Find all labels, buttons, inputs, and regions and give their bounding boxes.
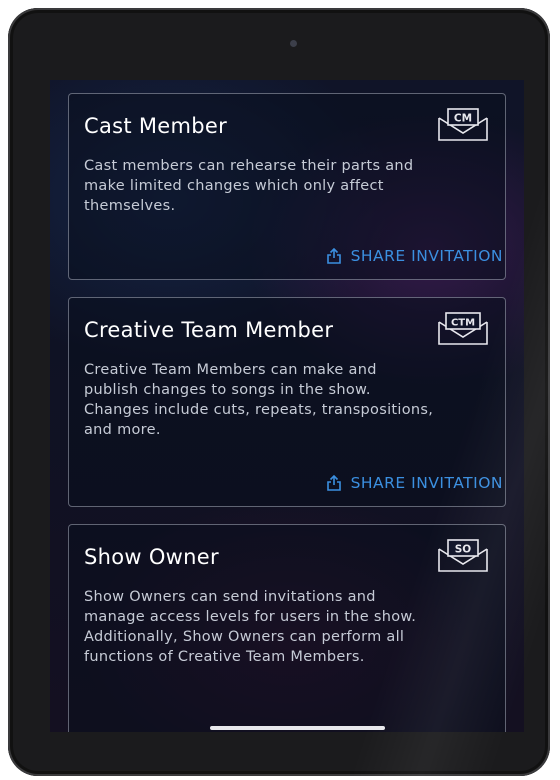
card-title: Cast Member (84, 114, 228, 138)
share-invitation-button[interactable]: SHARE INVITATION (326, 474, 503, 492)
front-camera (290, 40, 297, 47)
share-icon (326, 248, 341, 264)
tablet-frame: Cast Member CM Cast members can rehearse… (8, 8, 550, 776)
role-badge-text: SO (455, 544, 472, 556)
role-badge-text: CTM (451, 318, 475, 329)
share-icon (326, 475, 341, 491)
card-description: Cast members can rehearse their parts an… (84, 158, 414, 214)
app-screen: Cast Member CM Cast members can rehearse… (50, 80, 524, 732)
envelope-icon: SO (438, 539, 488, 572)
envelope-icon: CTM (438, 312, 488, 345)
card-title: Creative Team Member (84, 318, 334, 342)
card-description: Show Owners can send invitations and man… (84, 589, 417, 665)
role-card-show-owner: Show Owner SO Show Owners can send invit… (68, 524, 506, 732)
share-invitation-button[interactable]: SHARE INVITATION (326, 247, 503, 265)
role-card-creative-team-member: Creative Team Member CTM Creative Team M… (68, 297, 506, 507)
role-badge-text: CM (454, 113, 472, 125)
card-title: Show Owner (84, 545, 219, 569)
share-invitation-label: SHARE INVITATION (350, 474, 503, 492)
envelope-icon: CM (438, 108, 488, 141)
card-description: Creative Team Members can make and publi… (84, 362, 434, 438)
share-invitation-label: SHARE INVITATION (350, 247, 503, 265)
home-indicator[interactable] (210, 726, 385, 730)
role-card-cast-member: Cast Member CM Cast members can rehearse… (68, 93, 506, 280)
